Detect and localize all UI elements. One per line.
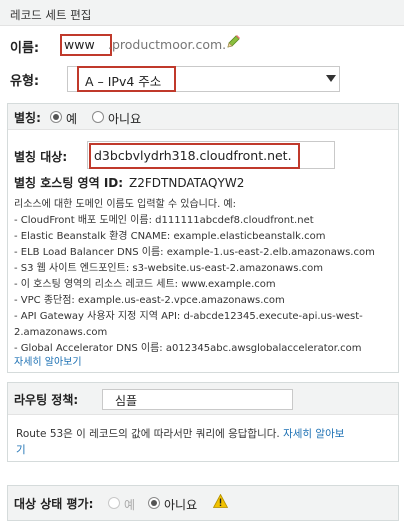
name-value: www	[64, 37, 95, 52]
name-domain-suffix: .productmoor.com.	[108, 37, 227, 52]
help-line: - CloudFront 배포 도메인 이름: d111111abcdef8.c…	[14, 215, 314, 226]
alias-zone-row: 별칭 호스팅 영역 ID: Z2FDTNDATAQYW2	[14, 174, 244, 191]
alias-zone-value: Z2FDTNDATAQYW2	[129, 176, 245, 190]
name-label: 이름:	[10, 41, 40, 56]
help-line: - ELB Load Balancer DNS 이름: example-1.us…	[14, 247, 375, 258]
chevron-down-icon	[326, 75, 336, 82]
warning-icon	[213, 494, 228, 508]
help-line: - S3 웹 사이트 엔드포인트: s3-website.us-east-2.a…	[14, 263, 323, 274]
routing-policy-value: 심플	[115, 394, 138, 408]
panel-title: 레코드 세트 편집	[10, 8, 92, 22]
alias-learn-more-link[interactable]: 자세히 알아보기	[14, 353, 82, 368]
alias-help-text: 리소스에 대한 도메인 이름도 입력할 수 있습니다. 예: - CloudFr…	[14, 197, 394, 357]
help-line: 리소스에 대한 도메인 이름도 입력할 수 있습니다. 예:	[14, 199, 236, 210]
routing-learn-more-link-cont[interactable]: 기	[16, 444, 26, 456]
routing-description: Route 53은 이 레코드의 값에 따라서만 쿼리에 응답합니다. 자세히 …	[16, 426, 392, 458]
alias-zone-label: 별칭 호스팅 영역 ID:	[14, 176, 124, 190]
alias-panel: 별칭: 예 아니요 별칭 대상: d3bcbvlydrh318.cloudfro…	[7, 103, 399, 373]
help-line: - API Gateway 사용자 지정 지역 API: d-abcde1234…	[14, 311, 363, 322]
name-row: 이름: www .productmoor.com.	[10, 34, 400, 56]
type-value: A – IPv4 주소	[85, 74, 162, 89]
panel-header: 레코드 세트 편집	[0, 0, 404, 26]
alias-label: 별칭:	[14, 111, 41, 125]
alias-no-label: 아니요	[108, 112, 142, 126]
alias-target-row: 별칭 대상: d3bcbvlydrh318.cloudfront.net.	[14, 141, 394, 169]
health-evaluation-panel: 대상 상태 평가: 예 아니요	[7, 485, 399, 521]
pencil-icon[interactable]	[225, 34, 241, 50]
health-yes-label: 예	[124, 498, 136, 512]
routing-description-text: Route 53은 이 레코드의 값에 따라서만 쿼리에 응답합니다.	[16, 428, 280, 440]
alias-yes-label: 예	[66, 112, 78, 126]
health-no-label: 아니요	[164, 498, 198, 512]
alias-target-value: d3bcbvlydrh318.cloudfront.net.	[94, 148, 292, 163]
alias-target-label: 별칭 대상:	[14, 150, 68, 164]
routing-label: 라우팅 정책:	[14, 393, 79, 407]
routing-panel: 라우팅 정책: 심플 Route 53은 이 레코드의 값에 따라서만 쿼리에 …	[7, 382, 399, 462]
routing-header: 라우팅 정책: 심플	[8, 383, 398, 415]
help-line: - VPC 종단점: example.us-east-2.vpce.amazon…	[14, 295, 285, 306]
alias-header: 별칭: 예 아니요	[8, 104, 398, 130]
health-no-radio[interactable]	[148, 497, 160, 509]
help-line: - 이 호스팅 영역의 리소스 레코드 세트: www.example.com	[14, 279, 276, 290]
help-line: - Elastic Beanstalk 환경 CNAME: example.el…	[14, 231, 326, 242]
type-row: 유형: A – IPv4 주소	[10, 66, 400, 92]
alias-yes-radio[interactable]	[50, 111, 62, 123]
routing-learn-more-link[interactable]: 자세히 알아보	[283, 428, 344, 440]
routing-policy-select[interactable]: 심플	[102, 389, 293, 410]
type-label: 유형:	[10, 74, 40, 89]
health-label: 대상 상태 평가:	[14, 497, 94, 511]
help-line: 2.amazonaws.com	[14, 327, 108, 338]
alias-no-radio[interactable]	[92, 111, 104, 123]
health-yes-radio[interactable]	[108, 497, 120, 509]
